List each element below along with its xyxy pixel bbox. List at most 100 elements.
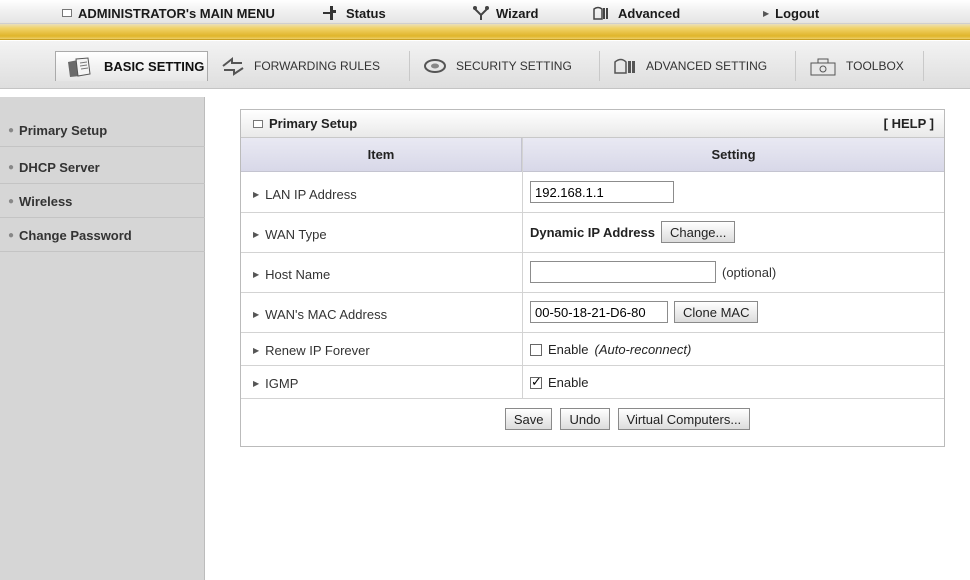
logout-link[interactable]: ▶ Logout [763, 4, 819, 22]
igmp-enable-label: Enable [548, 375, 589, 390]
bullet-icon: ● [8, 230, 15, 241]
bullet-icon: ● [8, 196, 15, 207]
arrow-right-icon: ▶ [253, 346, 260, 355]
tab-forwarding-rules[interactable]: FORWARDING RULES [210, 51, 410, 81]
arrow-right-icon: ▶ [253, 230, 260, 239]
tab-toolbox[interactable]: TOOLBOX [798, 51, 924, 81]
wan-mac-label-text: WAN's MAC Address [265, 307, 388, 322]
wan-mac-input[interactable] [530, 301, 668, 323]
lan-ip-label: ▶ LAN IP Address [253, 187, 357, 202]
sidebar: ● Primary Setup ● DHCP Server ● Wireless… [0, 97, 205, 580]
tab-advanced-setting[interactable]: ADVANCED SETTING [602, 51, 796, 81]
wan-mac-label: ▶ WAN's MAC Address [253, 307, 387, 322]
lan-ip-input[interactable] [530, 181, 674, 203]
status-label: Status [346, 5, 386, 21]
main-menu-label: ADMINISTRATOR's MAIN MENU [78, 5, 275, 21]
undo-button[interactable]: Undo [560, 408, 610, 430]
menu-box-icon [62, 9, 72, 17]
arrow-right-icon: ▶ [253, 379, 260, 388]
host-name-label-text: Host Name [265, 267, 331, 282]
arrow-right-icon: ▶ [253, 310, 260, 319]
status-icon [323, 6, 336, 20]
column-divider [522, 138, 523, 398]
sidebar-item-label: Primary Setup [19, 123, 108, 138]
panel-box-icon [253, 119, 263, 128]
tab-security-setting-label: SECURITY SETTING [456, 59, 572, 73]
logout-label: Logout [775, 5, 820, 21]
primary-setup-panel: Primary Setup [ HELP ] Item Setting ▶ LA… [240, 109, 945, 447]
sidebar-item-label: Wireless [19, 194, 73, 209]
tab-basic-setting-label: BASIC SETTING [104, 59, 205, 74]
action-buttons: Save Undo Virtual Computers... [241, 408, 944, 430]
advanced-label: Advanced [618, 5, 681, 21]
tab-forwarding-rules-label: FORWARDING RULES [254, 59, 381, 73]
row-divider [241, 398, 944, 399]
arrow-right-icon: ▶ [253, 270, 260, 279]
host-name-hint: (optional) [722, 264, 777, 280]
panel-title-label: Primary Setup [269, 116, 358, 131]
tab-basic-setting[interactable]: BASIC SETTING [55, 51, 208, 81]
sidebar-item-label: DHCP Server [19, 160, 100, 175]
igmp-label-text: IGMP [265, 376, 299, 391]
auto-reconnect-note: (Auto-reconnect) [594, 342, 692, 357]
renew-ip-setting: Enable (Auto-reconnect) [530, 342, 691, 357]
main-menu-link[interactable]: ADMINISTRATOR's MAIN MENU [62, 4, 275, 22]
row-divider [241, 365, 944, 366]
top-menu-bar: ADMINISTRATOR's MAIN MENU Status Wizard [0, 0, 970, 40]
lan-ip-label-text: LAN IP Address [265, 187, 357, 202]
clone-mac-button[interactable]: Clone MAC [674, 301, 759, 323]
tab-toolbox-label: TOOLBOX [846, 59, 904, 73]
host-name-input[interactable] [530, 261, 716, 283]
host-name-setting: (optional) [530, 261, 776, 283]
tab-bar: BASIC SETTING FORWARDING RULES SECURITY … [0, 41, 970, 89]
advanced-icon [593, 6, 608, 20]
sidebar-item-dhcp-server[interactable]: ● DHCP Server [0, 152, 205, 184]
igmp-label: ▶ IGMP [253, 376, 298, 391]
column-header-item: Item [241, 138, 522, 172]
row-divider [241, 292, 944, 293]
column-header-setting: Setting [523, 138, 944, 172]
sidebar-item-primary-setup[interactable]: ● Primary Setup [0, 115, 205, 147]
renew-ip-enable-label: Enable [548, 342, 589, 357]
tab-advanced-setting-label: ADVANCED SETTING [646, 59, 768, 73]
wan-type-label: ▶ WAN Type [253, 227, 327, 242]
help-link[interactable]: [ HELP ] [884, 116, 934, 131]
sidebar-item-label: Change Password [19, 228, 132, 243]
renew-ip-checkbox[interactable] [530, 343, 542, 356]
wan-type-value: Dynamic IP Address [530, 224, 655, 240]
bullet-icon: ● [8, 125, 15, 136]
wizard-label: Wizard [496, 5, 539, 21]
panel-header: Primary Setup [ HELP ] [241, 110, 944, 138]
wan-type-label-text: WAN Type [265, 227, 327, 242]
renew-ip-label: ▶ Renew IP Forever [253, 343, 370, 358]
host-name-label: ▶ Host Name [253, 267, 330, 282]
change-wan-type-button[interactable]: Change... [661, 221, 736, 243]
wan-type-setting: Dynamic IP Address Change... [530, 221, 736, 243]
igmp-checkbox[interactable] [530, 374, 542, 390]
renew-ip-label-text: Renew IP Forever [265, 343, 370, 358]
sidebar-item-change-password[interactable]: ● Change Password [0, 220, 205, 252]
toolbox-icon [810, 58, 836, 76]
row-divider [241, 252, 944, 253]
security-icon [424, 59, 446, 73]
save-button[interactable]: Save [504, 408, 553, 430]
panel-title: Primary Setup [253, 116, 357, 131]
wizard-link[interactable]: Wizard [472, 4, 539, 22]
arrow-right-icon: ▶ [253, 190, 260, 199]
tab-security-setting[interactable]: SECURITY SETTING [412, 51, 600, 81]
folder-docs-icon [68, 56, 91, 77]
wan-mac-setting: Clone MAC [530, 301, 759, 323]
chevron-right-icon: ▶ [763, 8, 770, 18]
sidebar-item-wireless[interactable]: ● Wireless [0, 186, 205, 218]
igmp-setting: Enable [530, 374, 589, 390]
bullet-icon: ● [8, 162, 15, 173]
row-divider [241, 332, 944, 333]
advanced-setting-icon [614, 58, 635, 74]
top-menu-row: ADMINISTRATOR's MAIN MENU Status Wizard [0, 0, 970, 24]
lan-ip-setting [530, 181, 674, 203]
virtual-computers-button[interactable]: Virtual Computers... [617, 408, 751, 430]
arrows-icon [222, 56, 244, 76]
status-link[interactable]: Status [322, 4, 386, 22]
advanced-link[interactable]: Advanced [592, 4, 680, 22]
row-divider [241, 212, 944, 213]
